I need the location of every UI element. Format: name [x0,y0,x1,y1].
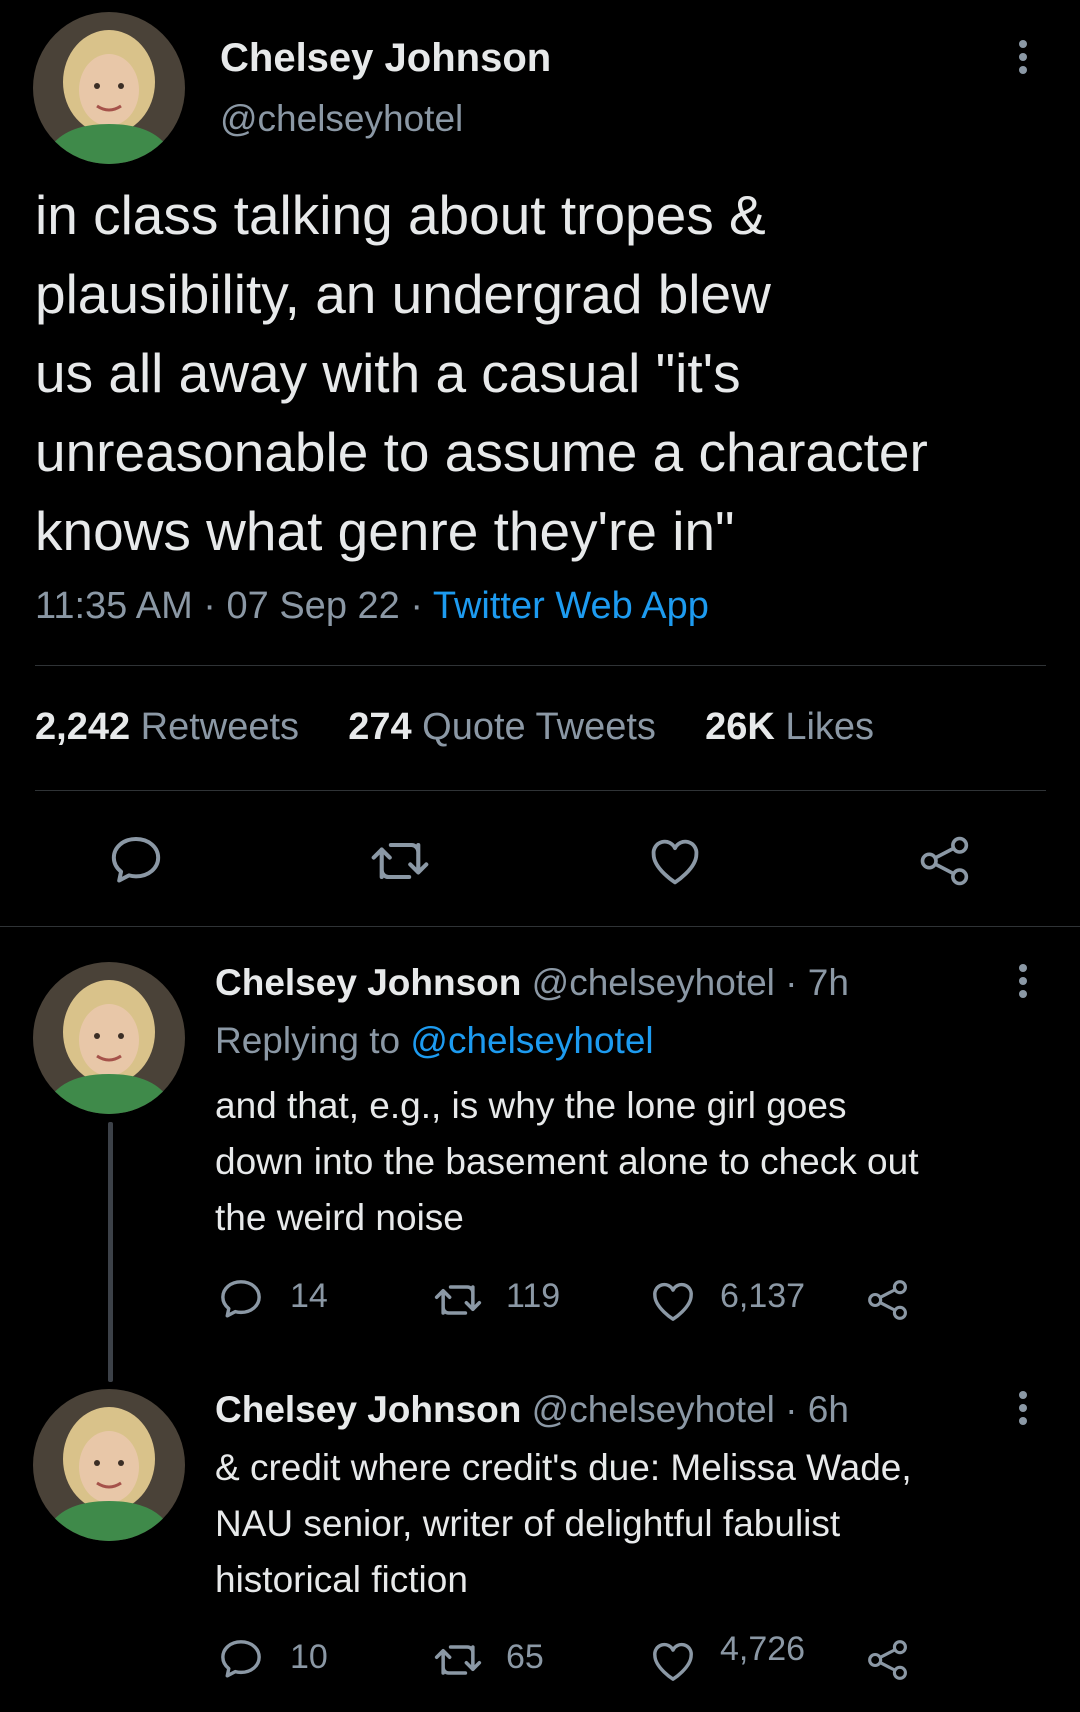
reply-icon[interactable] [218,1638,264,1680]
tweet-text-line: us all away with a casual "it's [35,342,741,404]
reply-text: and that, e.g., is why the lone girl goe… [215,1078,918,1246]
divider [0,926,1080,927]
tweet-source[interactable]: Twitter Web App [433,585,709,627]
more-options-icon[interactable] [1019,964,1029,998]
retweet-icon[interactable] [368,838,432,884]
tweet-text-line: plausibility, an undergrad blew [35,263,771,325]
like-icon[interactable] [650,1640,696,1682]
tweet-time[interactable]: 11:35 AM [35,585,193,627]
reply-icon[interactable] [108,834,164,886]
reply-text-line: down into the basement alone to check ou… [215,1141,919,1182]
reply-text: & credit where credit's due: Melissa Wad… [215,1440,912,1608]
quote-tweets-stat[interactable]: 274 Quote Tweets [348,706,666,748]
reply-age[interactable]: 6h [808,1389,849,1430]
reply-count: 14 [290,1277,328,1315]
thread-line [108,1122,113,1382]
reply-author-name[interactable]: Chelsey Johnson [215,1389,521,1430]
likes-stat[interactable]: 26K Likes [705,706,874,748]
reply-text-line: & credit where credit's due: Melissa Wad… [215,1447,912,1488]
like-count: 4,726 [720,1630,806,1668]
author-name[interactable]: Chelsey Johnson [220,36,551,81]
author-avatar[interactable] [33,12,185,164]
share-icon[interactable] [918,834,972,888]
retweet-icon[interactable] [432,1281,484,1319]
reply-age[interactable]: 7h [808,962,849,1003]
like-count: 6,137 [720,1277,806,1315]
divider [35,790,1046,791]
tweet-date[interactable]: 07 Sep 22 [227,585,400,627]
reply-count: 10 [290,1638,328,1676]
retweet-icon[interactable] [432,1641,484,1679]
retweets-stat[interactable]: 2,242 Retweets [35,706,310,748]
reply-icon[interactable] [218,1278,264,1320]
retweet-count: 119 [506,1277,561,1315]
tweet-stats: 2,242 Retweets 274 Quote Tweets 26K Like… [35,706,874,749]
reply-author-avatar[interactable] [33,962,185,1114]
reply-author-handle[interactable]: @chelseyhotel [532,1389,775,1430]
like-icon[interactable] [650,1280,696,1322]
reply-author-handle[interactable]: @chelseyhotel [532,962,775,1003]
retweet-count: 65 [506,1638,544,1676]
tweet-text-line: unreasonable to assume a character [35,421,928,483]
reply-text-line: the weird noise [215,1197,464,1238]
more-options-icon[interactable] [1019,1391,1029,1425]
reply-text-line: and that, e.g., is why the lone girl goe… [215,1085,847,1126]
tweet-text-line: knows what genre they're in" [35,500,735,562]
replying-to-handle[interactable]: @chelseyhotel [410,1020,653,1061]
reply-text-line: historical fiction [215,1559,468,1600]
reply-author-name[interactable]: Chelsey Johnson [215,962,521,1003]
share-icon[interactable] [866,1278,910,1322]
reply-header: Chelsey Johnson @chelseyhotel · 7h [215,962,849,1003]
reply-author-avatar[interactable] [33,1389,185,1541]
author-handle[interactable]: @chelseyhotel [220,98,463,140]
tweet-text: in class talking about tropes & plausibi… [35,176,928,571]
share-icon[interactable] [866,1638,910,1682]
like-icon[interactable] [648,836,702,886]
tweet-metadata: 11:35 AM · 07 Sep 22 · Twitter Web App [35,585,709,627]
reply-text-line: NAU senior, writer of delightful fabulis… [215,1503,841,1544]
divider [35,665,1046,666]
tweet-text-line: in class talking about tropes & [35,184,766,246]
more-options-icon[interactable] [1019,40,1029,74]
reply-header: Chelsey Johnson @chelseyhotel · 6h [215,1389,849,1430]
replying-to: Replying to @chelseyhotel [215,1020,654,1061]
